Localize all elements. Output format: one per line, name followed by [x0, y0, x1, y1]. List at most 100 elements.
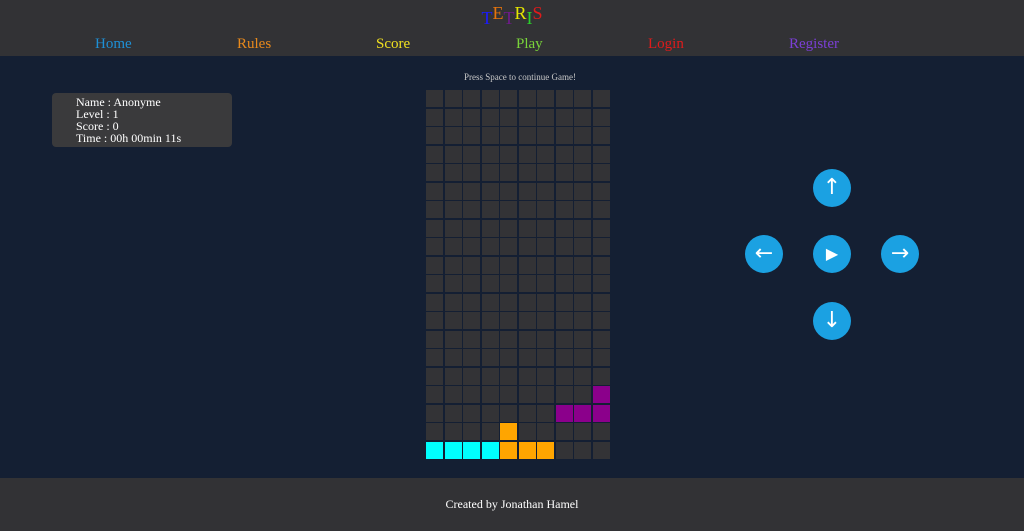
right-button[interactable]: → — [881, 235, 919, 273]
arrow-left-icon: ← — [754, 241, 774, 266]
board-cell — [592, 293, 610, 311]
left-button[interactable]: ← — [745, 235, 783, 273]
board-cell — [574, 293, 591, 311]
board-cell — [518, 164, 536, 181]
board-cell — [481, 423, 499, 440]
nav-register[interactable]: Register — [789, 36, 839, 53]
board-cell — [426, 127, 443, 144]
board-cell — [555, 349, 573, 366]
board-cell — [463, 349, 480, 366]
filled-cell — [592, 404, 610, 422]
down-button[interactable]: ↓ — [813, 302, 851, 340]
board-cell — [426, 423, 443, 440]
board-cell — [574, 256, 591, 274]
up-button[interactable]: ↑ — [813, 169, 851, 207]
board-cell — [592, 182, 610, 200]
board-cell — [426, 164, 443, 181]
board-cell — [481, 145, 499, 163]
board-cell — [500, 219, 517, 237]
board-cell — [518, 330, 536, 348]
board-cell — [592, 275, 610, 292]
board-cell — [537, 349, 554, 366]
board-cell — [500, 108, 517, 126]
board-cell — [574, 201, 591, 218]
board-cell — [500, 182, 517, 200]
board-cell — [574, 330, 591, 348]
board-cell — [574, 145, 591, 163]
board-cell — [500, 404, 517, 422]
board-cell — [500, 386, 517, 403]
game-board[interactable] — [426, 90, 613, 459]
board-cell — [537, 275, 554, 292]
board-cell — [426, 201, 443, 218]
board-cell — [518, 423, 536, 440]
board-cell — [500, 145, 517, 163]
board-cell — [592, 145, 610, 163]
logo-letter: R — [514, 3, 527, 23]
board-cell — [481, 108, 499, 126]
filled-cell — [537, 441, 554, 459]
board-cell — [592, 441, 610, 459]
board-cell — [444, 238, 462, 255]
board-cell — [481, 219, 499, 237]
nav-score[interactable]: Score — [376, 36, 410, 53]
board-cell — [592, 312, 610, 329]
board-cell — [444, 145, 462, 163]
board-cell — [518, 293, 536, 311]
board-cell — [426, 108, 443, 126]
game-message: Press Space to continue Game! — [464, 72, 576, 82]
board-cell — [537, 293, 554, 311]
board-cell — [500, 90, 517, 107]
board-cell — [444, 201, 462, 218]
board-cell — [444, 182, 462, 200]
board-cell — [463, 182, 480, 200]
board-cell — [481, 275, 499, 292]
filled-cell — [463, 441, 480, 459]
player-time: Time : 00h 00min 11s — [76, 131, 182, 145]
board-cell — [426, 182, 443, 200]
board-cell — [574, 386, 591, 403]
board-cell — [426, 238, 443, 255]
board-cell — [518, 349, 536, 366]
board-cell — [555, 219, 573, 237]
board-cell — [592, 164, 610, 181]
board-cell — [500, 201, 517, 218]
nav-home[interactable]: Home — [95, 36, 132, 53]
board-cell — [592, 219, 610, 237]
board-cell — [500, 330, 517, 348]
board-cell — [481, 367, 499, 385]
board-cell — [537, 201, 554, 218]
nav-play[interactable]: Play — [516, 36, 543, 53]
board-cell — [518, 386, 536, 403]
board-cell — [426, 256, 443, 274]
board-cell — [444, 423, 462, 440]
board-cell — [592, 127, 610, 144]
board-cell — [500, 367, 517, 385]
board-cell — [500, 238, 517, 255]
board-cell — [537, 423, 554, 440]
board-cell — [481, 349, 499, 366]
play-button[interactable]: ▶ — [813, 235, 851, 273]
board-cell — [444, 164, 462, 181]
filled-cell — [518, 441, 536, 459]
board-cell — [574, 238, 591, 255]
board-cell — [592, 201, 610, 218]
tetris-logo[interactable]: TETRIS — [0, 2, 1024, 28]
nav-login[interactable]: Login — [648, 36, 684, 53]
board-cell — [481, 293, 499, 311]
board-cell — [463, 423, 480, 440]
board-cell — [592, 108, 610, 126]
board-cell — [463, 201, 480, 218]
board-cell — [574, 108, 591, 126]
board-cell — [518, 201, 536, 218]
board-cell — [537, 386, 554, 403]
board-cell — [426, 219, 443, 237]
board-cell — [481, 90, 499, 107]
board-cell — [444, 219, 462, 237]
nav-rules[interactable]: Rules — [237, 36, 271, 53]
board-cell — [537, 219, 554, 237]
board-cell — [537, 312, 554, 329]
board-cell — [518, 219, 536, 237]
board-cell — [574, 312, 591, 329]
board-cell — [555, 330, 573, 348]
